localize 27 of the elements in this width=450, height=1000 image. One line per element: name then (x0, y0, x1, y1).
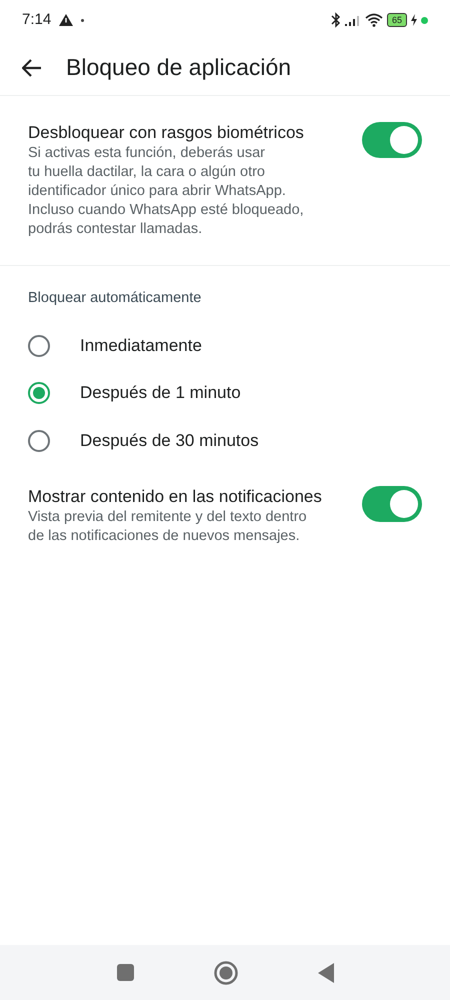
section-heading: Bloquear automáticamente (27, 289, 202, 308)
toggle-switch[interactable] (362, 122, 422, 158)
radio-label[interactable]: Después de 1 minuto (80, 380, 241, 406)
setting-title: Mostrar contenido en las notificaciones (28, 486, 323, 508)
dot-icon (81, 18, 84, 22)
notification-dot-icon (421, 16, 428, 24)
setting-title: Desbloquear con rasgos biométricos (28, 122, 305, 144)
wifi-icon (364, 13, 383, 27)
radio-button[interactable] (28, 430, 50, 452)
back-button[interactable] (22, 58, 42, 76)
signal-icon (344, 14, 361, 26)
bluetooth-icon (330, 12, 341, 28)
radio-label[interactable]: Inmediatamente (80, 332, 202, 358)
setting-description: Si activas esta función, deberás usar tu huella dactilar, la cara o algún otro identificador único para abrir WhatsApp. Incluso cuando WhatsApp esté bloqueado, podrás contestar llamadas. (28, 144, 305, 239)
battery-indicator: 65 (386, 13, 407, 27)
setting-description: Vista previa del remitente y del texto dentro de las notificaciones de nuevos mensajes. (28, 508, 308, 546)
charging-icon (411, 14, 417, 26)
toggle-switch[interactable] (362, 486, 422, 522)
warning-icon (59, 14, 74, 26)
radio-button[interactable] (28, 382, 50, 404)
radio-button[interactable] (28, 334, 50, 356)
recents-button[interactable] (116, 964, 134, 981)
back-nav-button[interactable] (318, 962, 334, 982)
status-time: 7:14 (22, 10, 52, 30)
page-title: Bloqueo de aplicación (66, 54, 292, 82)
radio-label[interactable]: Después de 30 minutos (80, 428, 259, 454)
home-button[interactable] (214, 960, 238, 984)
